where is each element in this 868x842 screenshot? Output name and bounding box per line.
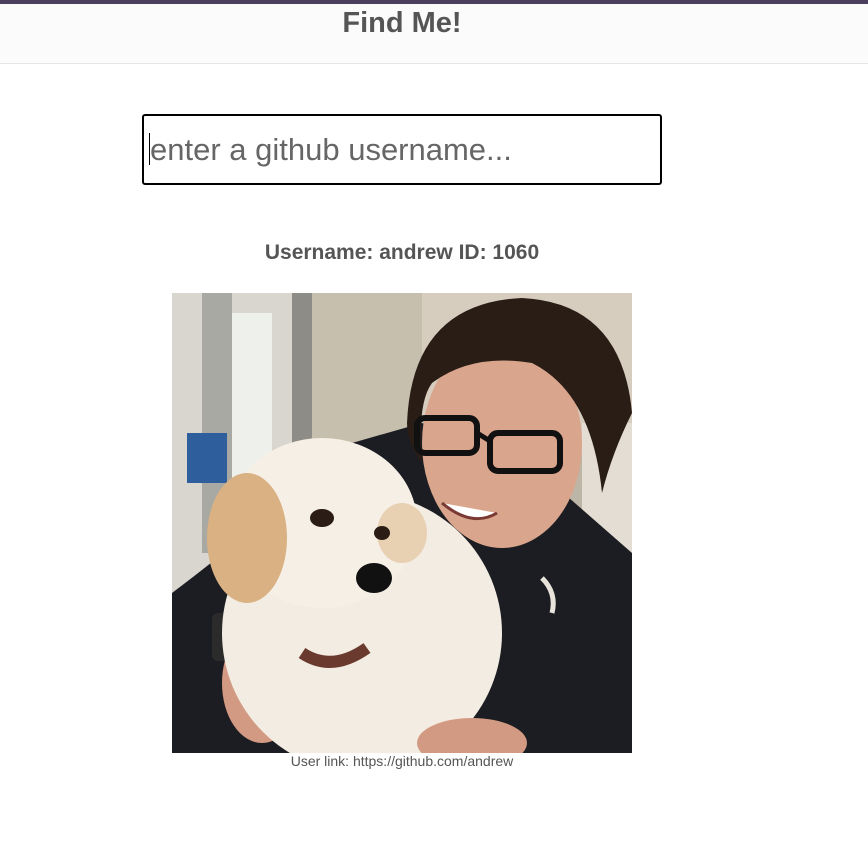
user-link-line: User link: https://github.com/andrew	[172, 752, 632, 770]
text-cursor	[149, 133, 150, 165]
user-link-label: User link:	[290, 753, 353, 769]
avatar-photo	[172, 293, 632, 753]
user-avatar	[172, 293, 632, 753]
user-github-link[interactable]: https://github.com/andrew	[353, 753, 513, 769]
username-search-input[interactable]	[142, 114, 662, 185]
user-info-heading: Username: andrew ID: 1060	[264, 241, 540, 264]
page-header: Find Me!	[0, 4, 868, 64]
page-title: Find Me!	[342, 7, 462, 39]
